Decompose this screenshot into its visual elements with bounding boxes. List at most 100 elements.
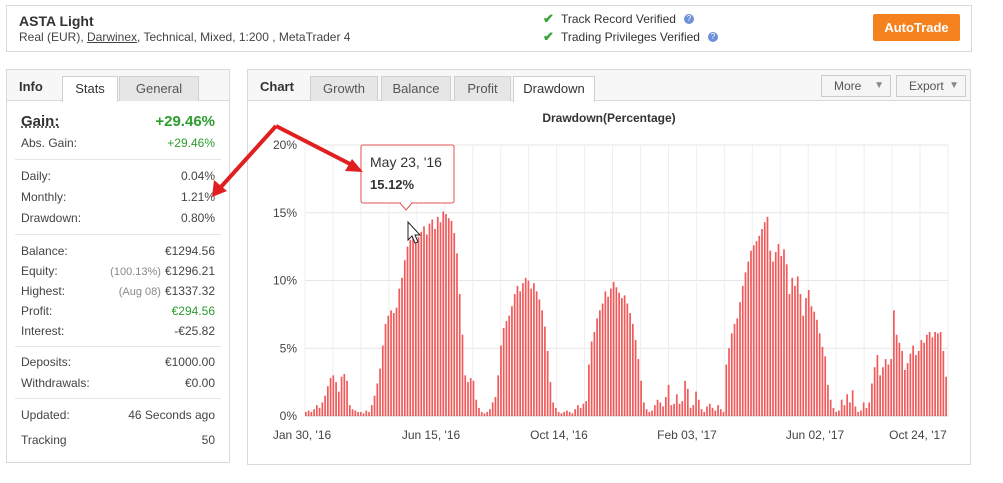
chart-bar[interactable] (728, 348, 730, 416)
chart-bar[interactable] (876, 355, 879, 416)
chart-bar[interactable] (491, 402, 494, 416)
chart-bar[interactable] (898, 342, 901, 416)
chart-bar[interactable] (555, 407, 557, 416)
chart-bar[interactable] (739, 302, 741, 416)
chart-bar[interactable] (442, 211, 445, 416)
chart-bar[interactable] (684, 380, 686, 416)
chart-bar[interactable] (651, 410, 653, 416)
chart-bar[interactable] (461, 334, 464, 416)
chart-bar[interactable] (610, 288, 612, 416)
chart-bar[interactable] (747, 261, 750, 416)
chart-bar[interactable] (785, 264, 788, 416)
chart-bar[interactable] (906, 363, 909, 416)
chart-bar[interactable] (398, 288, 401, 416)
chart-bar[interactable] (392, 313, 395, 416)
chart-bar[interactable] (865, 407, 868, 416)
chart-bar[interactable] (621, 298, 623, 416)
chart-bar[interactable] (692, 405, 695, 416)
chart-bar[interactable] (653, 405, 656, 416)
chart-bar[interactable] (697, 399, 700, 416)
chart-bar[interactable] (741, 285, 744, 416)
chart-bar[interactable] (577, 405, 579, 416)
chart-bar[interactable] (730, 333, 733, 416)
chart-bar[interactable] (447, 218, 450, 416)
chart-bar[interactable] (835, 411, 838, 416)
chart-bar[interactable] (686, 388, 689, 416)
chart-bar[interactable] (348, 405, 351, 416)
chart-bar[interactable] (887, 364, 890, 416)
chart-bar[interactable] (387, 315, 390, 416)
chart-bar[interactable] (431, 219, 434, 416)
chart-bar[interactable] (467, 382, 469, 417)
chart-bar[interactable] (774, 252, 777, 416)
chart-bar[interactable] (678, 403, 681, 416)
chart-bar[interactable] (305, 411, 307, 416)
chart-bar[interactable] (893, 310, 895, 416)
chart-bar[interactable] (370, 405, 373, 416)
chart-bar[interactable] (346, 380, 348, 416)
chart-bar[interactable] (593, 331, 596, 416)
chart-bar[interactable] (632, 323, 634, 416)
chart-bar[interactable] (618, 292, 620, 416)
chart-bar[interactable] (541, 310, 544, 416)
chart-bar[interactable] (791, 277, 794, 416)
chart-bar[interactable] (533, 283, 535, 416)
chart-bar[interactable] (838, 410, 840, 416)
chart-bar[interactable] (637, 359, 640, 416)
chart-bar[interactable] (772, 261, 774, 416)
chart-bar[interactable] (623, 295, 626, 416)
chart-bar[interactable] (343, 374, 346, 416)
chart-bar[interactable] (497, 375, 500, 416)
chart-bar[interactable] (557, 411, 560, 416)
chart-bar[interactable] (769, 250, 772, 416)
chart-bar[interactable] (475, 399, 478, 416)
chart-bar[interactable] (607, 296, 609, 416)
chart-bar[interactable] (752, 245, 755, 416)
chart-bar[interactable] (706, 406, 708, 416)
chart-bar[interactable] (923, 342, 925, 416)
chart-bar[interactable] (324, 395, 326, 416)
chart-bar[interactable] (464, 375, 467, 416)
chart-bar[interactable] (571, 413, 574, 416)
chart-bar[interactable] (502, 327, 505, 416)
chart-bar[interactable] (406, 246, 409, 417)
chart-bar[interactable] (807, 289, 810, 416)
chart-bar[interactable] (851, 390, 854, 416)
chart-bar[interactable] (634, 340, 637, 416)
chart-bar[interactable] (857, 411, 860, 416)
chart-bar[interactable] (456, 253, 458, 416)
chart-bar[interactable] (645, 409, 648, 416)
chart-bar[interactable] (412, 233, 414, 416)
chart-bar[interactable] (434, 229, 436, 416)
chart-bar[interactable] (590, 341, 593, 416)
chart-bar[interactable] (530, 288, 533, 416)
chart-bar[interactable] (527, 280, 530, 417)
chart-bar[interactable] (544, 326, 546, 416)
chart-bar[interactable] (439, 222, 442, 416)
chart-bar[interactable] (500, 345, 502, 416)
chart-bar[interactable] (928, 331, 931, 416)
chart-bar[interactable] (901, 350, 903, 416)
chart-bar[interactable] (582, 403, 585, 416)
chart-bar[interactable] (604, 291, 607, 416)
chart-bar[interactable] (884, 359, 887, 416)
chart-bar[interactable] (846, 394, 849, 416)
chart-bar[interactable] (357, 411, 359, 416)
chart-bar[interactable] (744, 272, 747, 416)
chart-bar[interactable] (849, 402, 851, 416)
chart-bar[interactable] (489, 409, 491, 416)
chart-bar[interactable] (794, 285, 796, 416)
chart-bar[interactable] (612, 281, 615, 416)
chart-bar[interactable] (535, 291, 538, 416)
chart-bar[interactable] (708, 403, 711, 416)
chart-bar[interactable] (458, 294, 461, 416)
chart-bar[interactable] (373, 395, 376, 416)
chart-bar[interactable] (761, 229, 763, 416)
chart-bar[interactable] (315, 405, 318, 416)
chart-bar[interactable] (390, 310, 392, 416)
chart-bar[interactable] (758, 235, 761, 416)
chart-bar[interactable] (588, 364, 590, 416)
chart-bar[interactable] (505, 321, 508, 416)
chart-bar[interactable] (725, 364, 728, 416)
chart-bar[interactable] (675, 394, 678, 416)
